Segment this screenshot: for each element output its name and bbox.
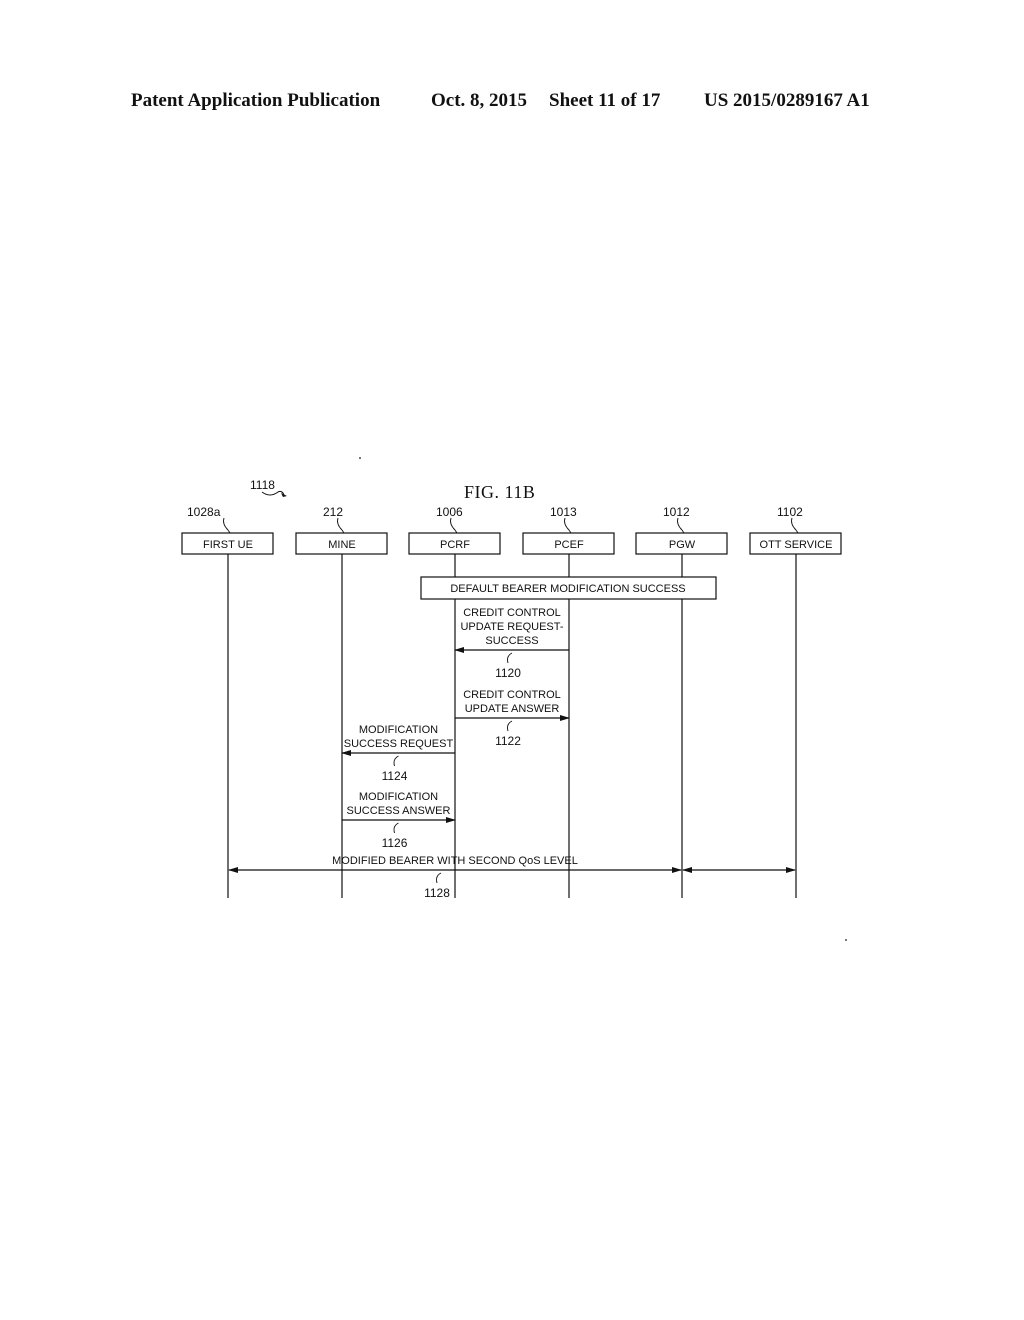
message-reference: 1120 <box>495 666 521 680</box>
reference-leader <box>337 517 345 534</box>
message-reference: 1128 <box>424 886 450 900</box>
message-1126: MODIFICATION SUCCESS ANSWER 1126 <box>342 791 456 850</box>
message-reference-leader <box>393 755 399 767</box>
message-reference: 1126 <box>382 836 408 850</box>
message-1128: MODIFIED BEARER WITH SECOND QoS LEVEL 112… <box>228 855 796 900</box>
entity-label: PGW <box>669 539 696 551</box>
reference-leader <box>450 517 458 534</box>
entity-reference: 1102 <box>777 505 803 519</box>
entity-label: FIRST UE <box>203 539 253 551</box>
message-reference: 1122 <box>495 734 521 748</box>
entity-reference: 1006 <box>436 505 463 519</box>
sequence-diagram: 1118 FIRST UE 1028a MINE 212 PCRF 1006 PCEF 101… <box>181 478 842 900</box>
message-label: UPDATE ANSWER <box>465 703 560 715</box>
message-label: MODIFICATION <box>359 791 438 803</box>
entity-reference: 1013 <box>550 505 577 519</box>
message-label: UPDATE REQUEST- <box>460 621 563 633</box>
message-label: SUCCESS ANSWER <box>347 805 451 817</box>
entity-pgw: PGW 1012 <box>635 505 728 898</box>
reference-leader <box>677 517 685 534</box>
message-reference-leader <box>436 872 442 884</box>
message-label: MODIFIED BEARER WITH SECOND QoS LEVEL <box>332 855 578 867</box>
figure-reference-arrowhead <box>281 493 287 497</box>
entity-pcrf: PCRF 1006 <box>408 505 501 898</box>
message-reference: 1124 <box>382 769 408 783</box>
message-label: SUCCESS <box>485 635 538 647</box>
message-label: CREDIT CONTROL <box>463 607 561 619</box>
message-label: MODIFICATION <box>359 724 438 736</box>
message-reference-leader <box>393 822 399 834</box>
message-1120: CREDIT CONTROL UPDATE REQUEST- SUCCESS 1120 <box>454 607 569 680</box>
message-label: SUCCESS REQUEST <box>344 738 454 750</box>
message-reference-leader <box>507 652 513 664</box>
message-1124: MODIFICATION SUCCESS REQUEST 1124 <box>341 724 455 783</box>
span-box-label: DEFAULT BEARER MODIFICATION SUCCESS <box>450 583 685 595</box>
entity-reference: 1012 <box>663 505 690 519</box>
reference-leader <box>791 517 799 534</box>
entity-pcef: PCEF 1013 <box>522 505 615 898</box>
message-1122: CREDIT CONTROL UPDATE ANSWER 1122 <box>455 689 570 748</box>
entity-reference: 212 <box>323 505 343 519</box>
reference-leader <box>223 517 231 534</box>
entity-first-ue: FIRST UE 1028a <box>181 505 274 898</box>
entity-label: PCRF <box>440 539 470 551</box>
message-reference-leader <box>507 720 513 732</box>
entity-reference: 1028a <box>187 505 221 519</box>
entity-mine: MINE 212 <box>295 505 388 898</box>
entity-label: MINE <box>328 539 356 551</box>
entity-ott-service: OTT SERVICE 1102 <box>749 505 842 898</box>
message-label: CREDIT CONTROL <box>463 689 561 701</box>
reference-leader <box>564 517 572 534</box>
entity-label: PCEF <box>554 539 584 551</box>
figure-reference: 1118 <box>250 478 275 492</box>
entity-label: OTT SERVICE <box>760 539 833 551</box>
